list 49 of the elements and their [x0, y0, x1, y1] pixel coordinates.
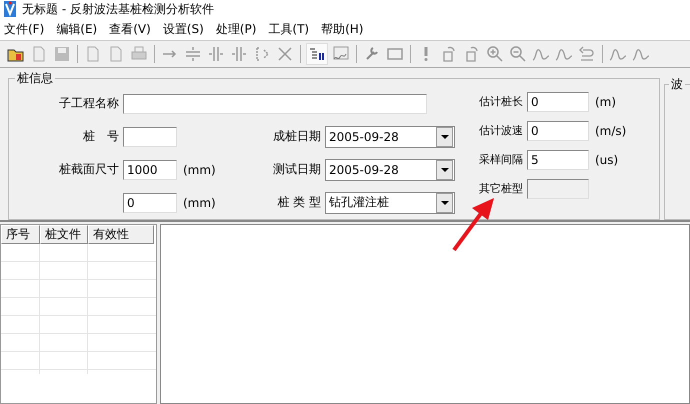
- split-icon[interactable]: [183, 44, 203, 64]
- unit-label: (m/s): [594, 124, 626, 138]
- save-icon[interactable]: [52, 44, 72, 64]
- field-label: 其它桩型: [478, 181, 524, 196]
- menu-item[interactable]: 文件(F): [4, 20, 44, 38]
- field-label: 桩 号: [82, 128, 120, 145]
- combo-box[interactable]: 2005-09-28: [325, 158, 455, 180]
- zoom-out-icon[interactable]: [508, 44, 528, 64]
- field-label: 估计波速: [478, 123, 524, 138]
- input-field[interactable]: [123, 126, 177, 146]
- column-header[interactable]: 有效性: [88, 225, 154, 244]
- combo-box[interactable]: 钻孔灌注桩: [325, 192, 455, 214]
- list-icon[interactable]: [306, 43, 328, 65]
- dropdown-arrow-icon: [440, 168, 448, 172]
- menu-item[interactable]: 设置(S): [162, 20, 204, 38]
- menu-item[interactable]: 编辑(E): [56, 20, 98, 38]
- unit-label: (mm): [182, 196, 216, 210]
- unit-label: (us): [594, 152, 618, 166]
- input-field[interactable]: [123, 94, 427, 114]
- window-title: 无标题 - 反射波法基桩检测分析软件: [22, 0, 214, 18]
- unit-label: (m): [594, 94, 616, 108]
- input-field[interactable]: 0: [527, 92, 589, 112]
- unit-label: (mm): [182, 162, 216, 176]
- input-field[interactable]: 5: [527, 150, 589, 170]
- field-label: 测试日期: [272, 161, 322, 178]
- input-field[interactable]: 0: [527, 120, 589, 140]
- field-label: 桩截面尺寸: [58, 161, 120, 178]
- field-label: 子工程名称: [58, 95, 120, 112]
- menu-item[interactable]: 帮助(H): [321, 20, 364, 38]
- field-label: 成桩日期: [272, 128, 322, 145]
- dropdown-arrow-icon: [440, 134, 448, 138]
- zoom-in-icon[interactable]: [485, 44, 505, 64]
- split-icon[interactable]: [229, 44, 249, 64]
- column-header[interactable]: 序号: [1, 225, 40, 244]
- menu-item[interactable]: 工具(T): [268, 20, 310, 38]
- field-label: 采样间隔: [478, 152, 524, 167]
- menu-item[interactable]: 查看(V): [109, 20, 151, 38]
- field-label: 估计桩长: [478, 94, 524, 109]
- field-label: 桩 类 型: [276, 194, 322, 211]
- group-title: 桩信息: [16, 70, 54, 87]
- pointer-arrow: [452, 196, 496, 252]
- input-field[interactable]: 0: [123, 192, 177, 212]
- column-header[interactable]: 桩文件: [40, 225, 88, 244]
- menu-item[interactable]: 处理(P): [216, 20, 256, 38]
- group-title: 波: [670, 76, 684, 93]
- split-icon[interactable]: [206, 44, 226, 64]
- combo-box[interactable]: 2005-09-28: [325, 126, 455, 148]
- dropdown-arrow-icon: [440, 200, 448, 204]
- input-field[interactable]: 1000: [123, 160, 177, 180]
